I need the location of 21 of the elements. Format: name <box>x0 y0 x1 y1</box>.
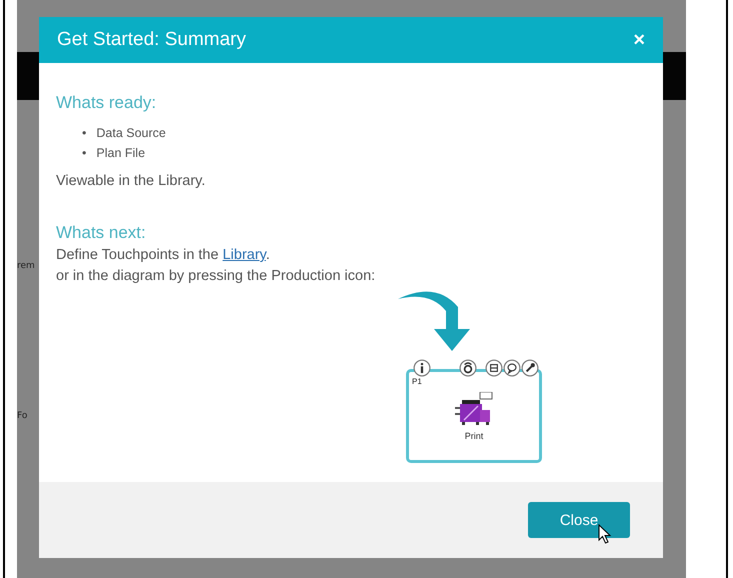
dialog-title: Get Started: Summary <box>57 29 246 51</box>
section-heading: Whats ready: <box>56 93 158 113</box>
background-label: rem <box>17 260 36 272</box>
info-icon <box>413 359 431 377</box>
background-label: Fo <box>17 410 28 422</box>
list-item: Plan File <box>96 145 146 162</box>
close-button[interactable]: × <box>633 28 645 52</box>
bullet-mark: • <box>82 145 86 162</box>
instruction-text: or in the diagram by pressing the Production icon: <box>56 267 376 285</box>
node-id: P1 <box>412 377 422 386</box>
list-item: Data Source <box>96 125 166 142</box>
mouse-cursor-icon <box>598 524 612 544</box>
instruction-text: Define Touchpoints in the Library. <box>56 246 271 264</box>
production-printer-icon <box>454 392 494 426</box>
close-button[interactable]: Close <box>528 502 630 538</box>
note-text: Viewable in the Library. <box>56 173 206 189</box>
section-heading: Whats next: <box>56 223 147 243</box>
node-label: Print <box>464 431 484 441</box>
library-link[interactable]: Library <box>222 247 266 263</box>
comment-icon <box>503 359 521 377</box>
bullet-mark: • <box>82 125 86 142</box>
